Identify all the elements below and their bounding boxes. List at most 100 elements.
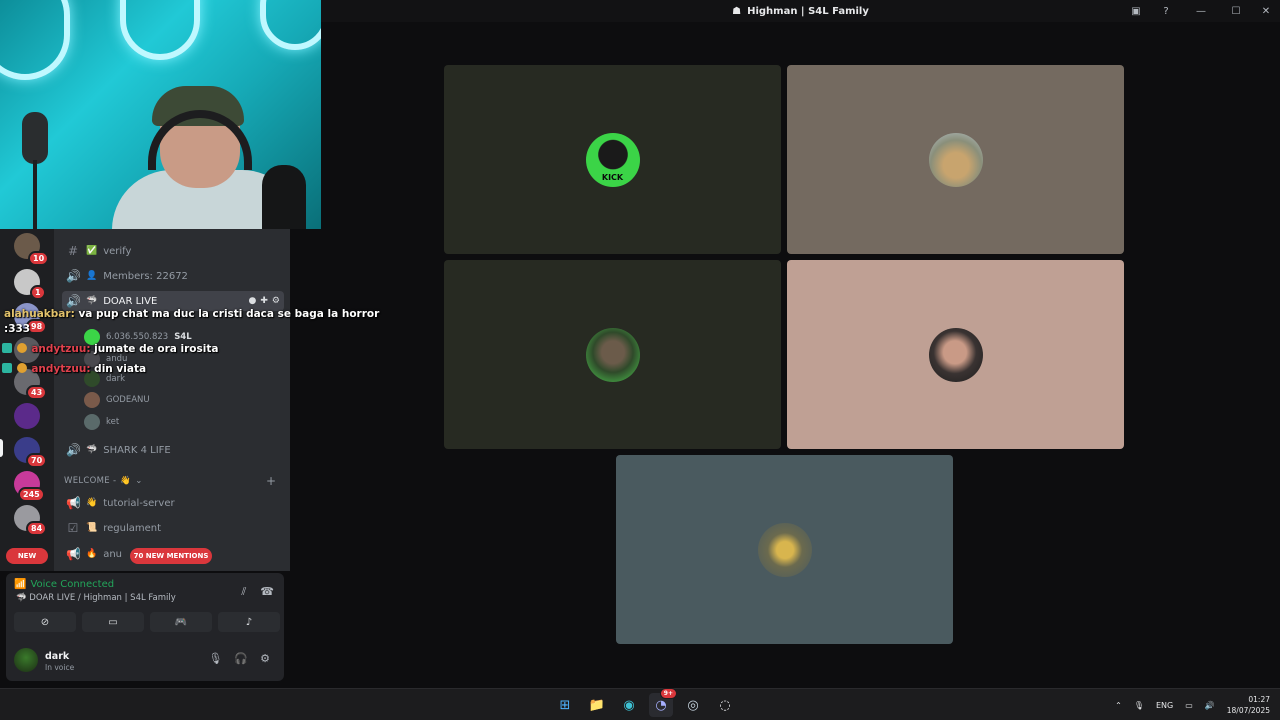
badge-icon	[2, 363, 12, 373]
mention-badge: 43	[26, 385, 48, 400]
server-icon[interactable]	[14, 403, 40, 429]
camera-off-button[interactable]: ⊘	[14, 612, 76, 632]
wave-icon: 👋	[86, 498, 98, 508]
chat-text: din viata	[94, 363, 147, 375]
chat-bubble-icon[interactable]: ●	[249, 296, 257, 306]
start-icon[interactable]: ⊞	[553, 693, 577, 717]
file-explorer-icon[interactable]: 📁	[585, 693, 609, 717]
speaker-icon: 🔊	[66, 443, 81, 457]
disconnect-icon[interactable]: ☎	[260, 585, 274, 599]
user-controls: 🎙 🎧 ⚙	[208, 652, 270, 665]
add-channel-icon[interactable]: +	[266, 474, 276, 488]
mention-badge: 1	[30, 285, 46, 300]
microphone-icon[interactable]: 🎙	[208, 652, 222, 665]
voice-user-name: 6.036.550.823	[106, 332, 169, 342]
screen-share-button[interactable]: ▭	[82, 612, 144, 632]
chevron-down-icon: ⌄	[135, 476, 143, 486]
window-title: ☗ Highman | S4L Family	[732, 6, 869, 17]
neon-light	[260, 0, 321, 50]
video-tile-3[interactable]	[444, 260, 781, 449]
discord-icon[interactable]: ◔ 9+	[649, 688, 677, 717]
inbox-icon[interactable]: ▣	[1130, 5, 1142, 17]
video-tile-1[interactable]: KICK	[444, 65, 781, 254]
volume-icon[interactable]: 🔊	[1205, 701, 1215, 710]
video-tile-4[interactable]	[787, 260, 1124, 449]
window-title-text: Highman | S4L Family	[747, 5, 869, 17]
voice-user[interactable]: ket	[84, 412, 119, 432]
participant-avatar	[585, 327, 640, 382]
person-icon: 👤	[86, 271, 98, 281]
text-channel-icon: #	[67, 244, 79, 258]
desktop: ☗ Highman | S4L Family ▣ ? — ☐ ✕ KICK 10…	[0, 0, 1280, 720]
wave-icon: 👋	[120, 476, 132, 486]
window-titlebar: ☗ Highman | S4L Family ▣ ? — ☐ ✕	[321, 0, 1280, 22]
channel-label: anu	[103, 548, 123, 560]
voice-channel-label: DOAR LIVE / Highman | S4L Family	[29, 593, 176, 603]
user-panel: dark In voice 🎙 🎧 ⚙	[6, 639, 284, 681]
gear-icon[interactable]: ⚙	[272, 296, 280, 306]
neon-light	[0, 0, 70, 80]
avatar	[84, 392, 100, 408]
soundboard-button[interactable]: ♪	[218, 612, 280, 632]
category-welcome[interactable]: WELCOME - 👋 ⌄	[64, 476, 143, 486]
megaphone-icon: 📢	[66, 547, 81, 561]
shark-icon: 🦈	[16, 593, 27, 603]
activities-button[interactable]: 🎮	[150, 612, 212, 632]
speaker-prop	[262, 165, 306, 229]
new-mentions-pill[interactable]: 70 NEW MENTIONS	[130, 548, 212, 564]
channel-tutorial-server[interactable]: 📢 👋 tutorial-server	[66, 493, 284, 513]
badge-icon	[16, 343, 27, 353]
mention-badge: 84	[26, 521, 48, 536]
steam-icon[interactable]: ◎	[681, 693, 705, 717]
help-icon[interactable]: ?	[1160, 5, 1172, 17]
server-rail: 10 1 98 43 70 245 84	[0, 229, 54, 571]
badge-icon	[16, 363, 27, 373]
avatar[interactable]	[14, 648, 38, 672]
checkmark-icon: ✅	[86, 246, 98, 256]
channel-verify[interactable]: # ✅ verify	[66, 241, 284, 261]
voice-actions: ⫽ ☎	[241, 585, 274, 599]
microphone-icon[interactable]: 🎙	[1134, 701, 1144, 710]
maximize-button[interactable]: ☐	[1230, 5, 1242, 17]
channel-list: # ✅ verify 🔊 👤 Members: 22672 🔊 🦈 DOAR L…	[54, 229, 290, 571]
chat-message: alahuakbar: va pup chat ma duc la cristi…	[4, 308, 379, 320]
server-icon: ☗	[732, 5, 742, 17]
language-indicator[interactable]: ENG	[1156, 701, 1173, 710]
megaphone-icon: 📢	[66, 496, 81, 510]
network-icon[interactable]: ▭	[1185, 701, 1193, 710]
edge-icon[interactable]: ◉	[617, 693, 641, 717]
obs-icon[interactable]: ◌	[713, 693, 737, 717]
clock-date: 18/07/2025	[1226, 706, 1270, 715]
channel-regulament[interactable]: ☑ 📜 regulament	[66, 518, 284, 538]
microphone-prop	[22, 112, 48, 164]
voice-user-tag: S4L	[174, 332, 192, 342]
new-servers-pill[interactable]: NEW	[6, 548, 48, 564]
gear-icon[interactable]: ⚙	[260, 652, 270, 665]
chevron-up-icon[interactable]: ⌃	[1115, 701, 1122, 710]
video-tile-2[interactable]	[787, 65, 1124, 254]
voice-user[interactable]: GODEANU	[84, 390, 150, 410]
channel-label: verify	[103, 245, 132, 257]
webcam-overlay	[0, 0, 321, 229]
signal-icon: 📶	[14, 579, 27, 590]
channel-members[interactable]: 🔊 👤 Members: 22672	[66, 266, 284, 286]
noise-suppression-icon[interactable]: ⫽	[241, 585, 246, 599]
voice-user-name: GODEANU	[106, 395, 150, 405]
minimize-button[interactable]: —	[1190, 5, 1212, 17]
participant-avatar	[928, 327, 983, 382]
clock[interactable]: 01:27 18/07/2025	[1227, 694, 1270, 716]
badge-icon	[2, 343, 12, 353]
titlebar-controls: ▣ ? — ☐ ✕	[1130, 0, 1272, 22]
video-tile-5[interactable]	[616, 455, 953, 644]
selected-indicator	[0, 439, 3, 457]
headphones-icon[interactable]: 🎧	[234, 652, 248, 665]
voice-status-label[interactable]: Voice Connected	[30, 579, 114, 590]
close-button[interactable]: ✕	[1260, 5, 1272, 17]
user-status: In voice	[45, 663, 75, 672]
voice-channel-path[interactable]: 🦈 DOAR LIVE / Highman | S4L Family	[16, 593, 176, 603]
add-member-icon[interactable]: ✚	[260, 296, 268, 306]
channel-shark-4-life[interactable]: 🔊 🦈 SHARK 4 LIFE	[66, 440, 284, 460]
channel-label: regulament	[103, 522, 162, 534]
participant-avatar	[928, 132, 983, 187]
voice-buttons: ⊘ ▭ 🎮 ♪	[14, 612, 280, 632]
